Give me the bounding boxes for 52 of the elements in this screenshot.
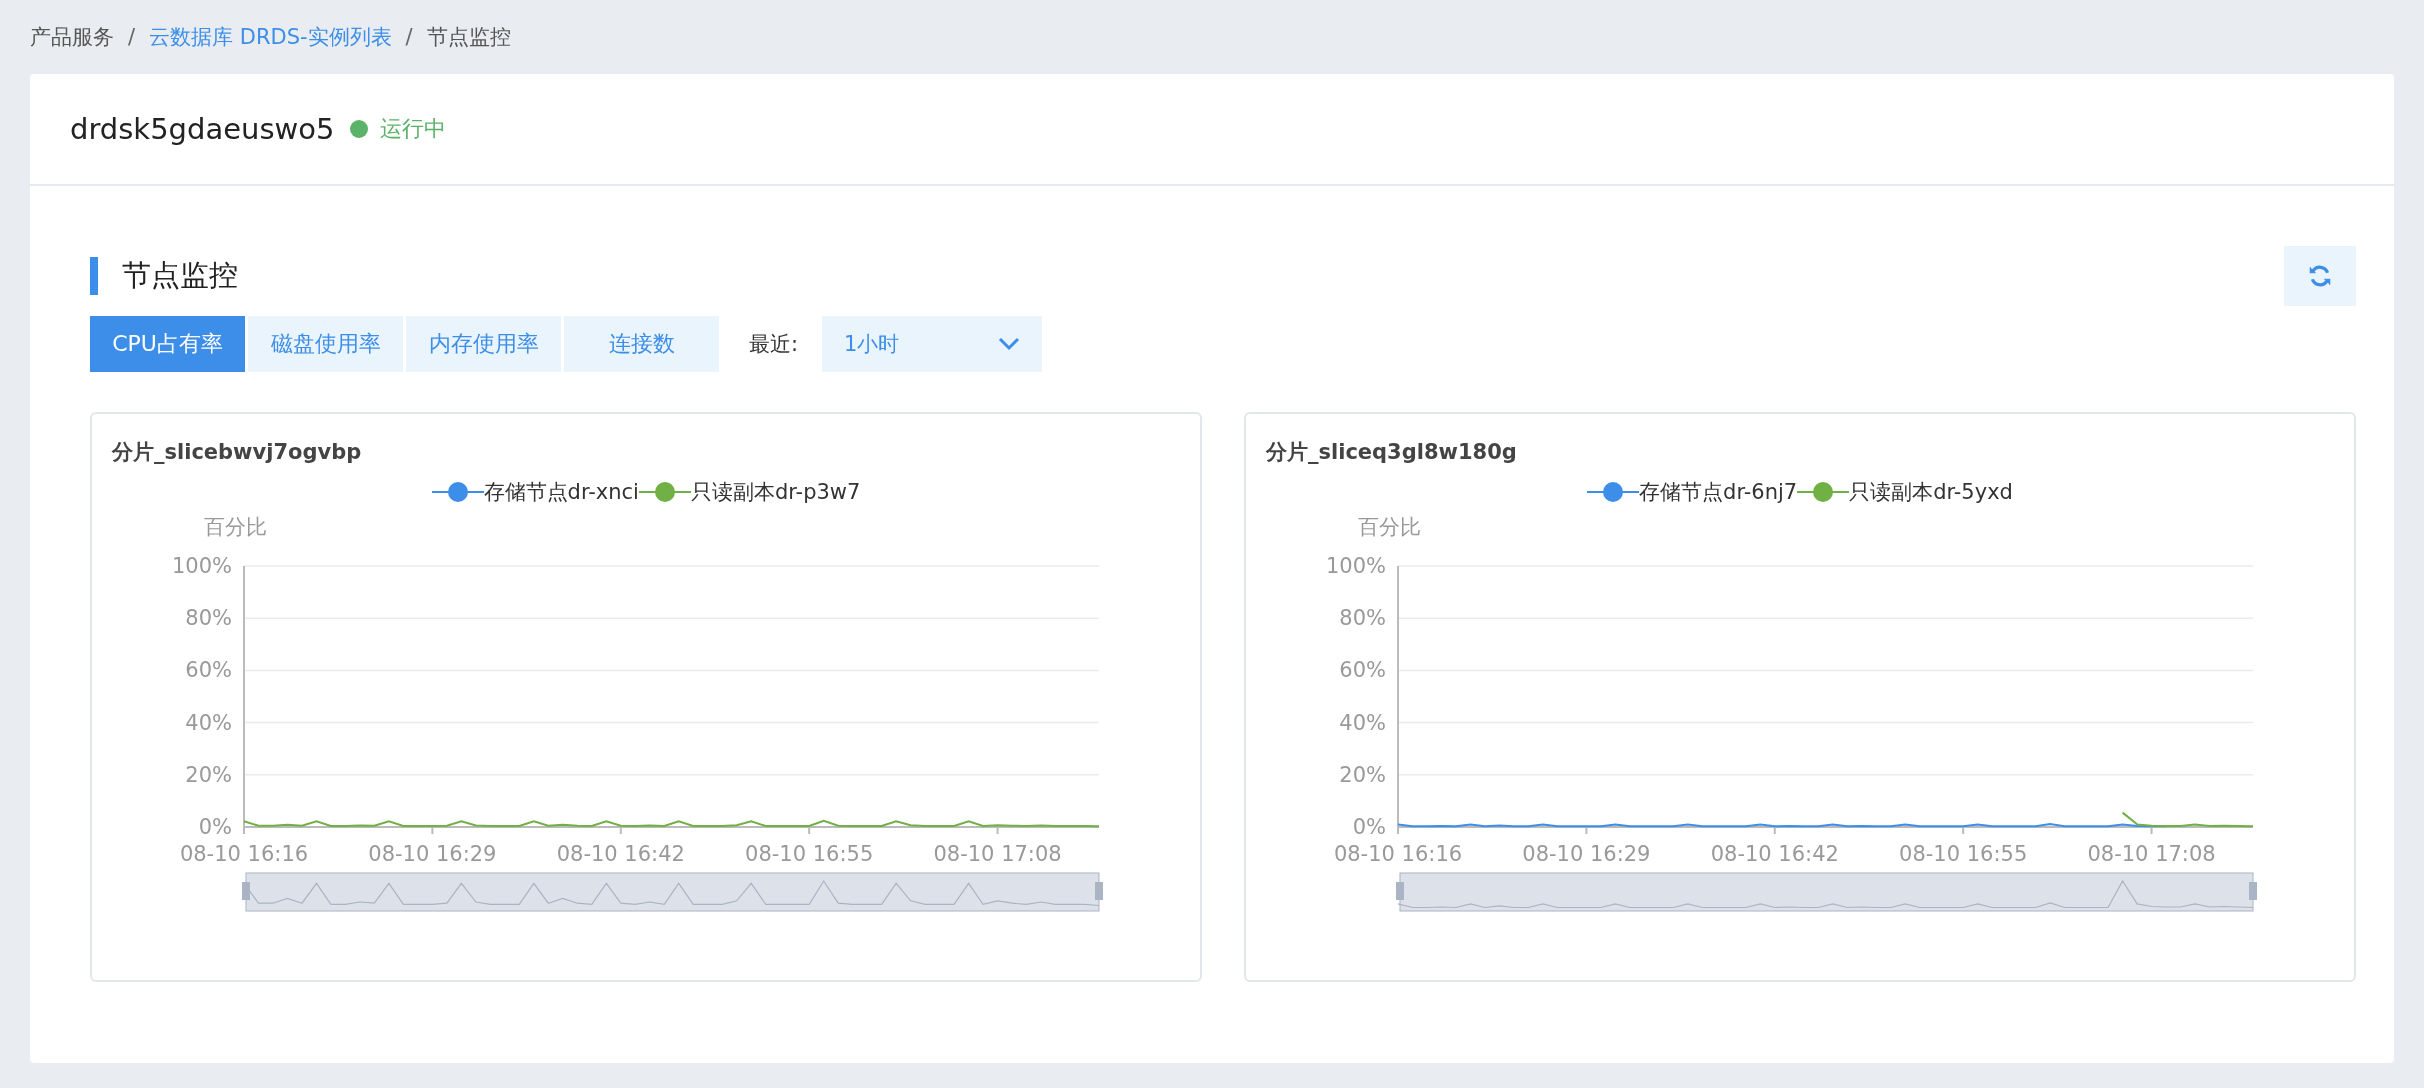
- x-tick-label: 08-10 17:08: [933, 842, 1062, 866]
- legend-label[interactable]: 存储节点dr-xnci: [483, 478, 639, 506]
- legend-label[interactable]: 只读副本dr-p3w7: [690, 478, 861, 506]
- metric-tab[interactable]: 连接数: [564, 316, 719, 372]
- chart-title: 分片_slicebwvj7ogvbp: [110, 439, 363, 466]
- x-tick-label: 08-10 16:55: [1899, 842, 2028, 866]
- breadcrumb-separator: /: [128, 25, 136, 49]
- y-tick-label: 0%: [1352, 815, 1386, 839]
- y-tick-label: 40%: [185, 710, 232, 735]
- y-tick-label: 100%: [1325, 554, 1386, 578]
- status-text: 运行中: [380, 115, 447, 143]
- zoom-slider[interactable]: [242, 872, 1103, 912]
- chevron-down-icon: [998, 337, 1021, 351]
- legend-label[interactable]: 只读副本dr-5yxd: [1849, 478, 2013, 506]
- x-tick-label: 08-10 16:16: [1333, 842, 1463, 866]
- y-tick-label: 60%: [185, 658, 232, 683]
- y-tick-label: 100%: [171, 554, 232, 578]
- y-tick-label: 80%: [185, 606, 232, 631]
- metric-tab[interactable]: 磁盘使用率: [248, 316, 403, 372]
- instance-name: drdsk5gdaeuswo5: [70, 112, 335, 146]
- y-tick-label: 0%: [198, 815, 232, 839]
- x-tick-label: 08-10 16:55: [745, 842, 874, 866]
- metric-tab[interactable]: CPU占有率: [90, 316, 245, 372]
- y-tick-label: 60%: [1339, 658, 1386, 683]
- status-dot: [350, 120, 369, 138]
- breadcrumb-separator: /: [405, 25, 413, 49]
- zoom-slider[interactable]: [1396, 872, 2257, 912]
- breadcrumb-item: 节点监控: [426, 24, 511, 51]
- range-select[interactable]: 1小时: [822, 316, 1043, 372]
- x-tick-label: 08-10 16:29: [1522, 842, 1651, 866]
- x-tick-label: 08-10 16:42: [556, 842, 685, 866]
- breadcrumb-link[interactable]: 云数据库 DRDS-实例列表: [149, 23, 392, 51]
- range-label: 最近:: [749, 331, 799, 358]
- metric-tab[interactable]: 内存使用率: [406, 316, 561, 372]
- y-tick-label: 20%: [185, 762, 232, 787]
- y-tick-label: 20%: [1339, 762, 1386, 787]
- line-series: [2121, 811, 2254, 828]
- x-tick-label: 08-10 17:08: [2087, 842, 2216, 866]
- legend-label[interactable]: 存储节点dr-6nj7: [1639, 478, 1798, 506]
- y-tick-label: 40%: [1339, 710, 1386, 735]
- y-tick-label: 80%: [1339, 606, 1386, 631]
- x-tick-label: 08-10 16:42: [1710, 842, 1839, 866]
- y-axis-title: 百分比: [1358, 515, 1421, 539]
- breadcrumb-item: 产品服务: [30, 24, 114, 51]
- x-tick-label: 08-10 16:29: [368, 842, 497, 866]
- refresh-button[interactable]: [2284, 246, 2356, 306]
- section-accent-bar: [90, 257, 98, 295]
- chart-title: 分片_sliceq3gl8w180g: [1264, 439, 1518, 466]
- section-title: 节点监控: [122, 257, 238, 294]
- x-tick-label: 08-10 16:16: [179, 842, 309, 866]
- refresh-icon: [2307, 263, 2333, 289]
- y-axis-title: 百分比: [204, 515, 267, 539]
